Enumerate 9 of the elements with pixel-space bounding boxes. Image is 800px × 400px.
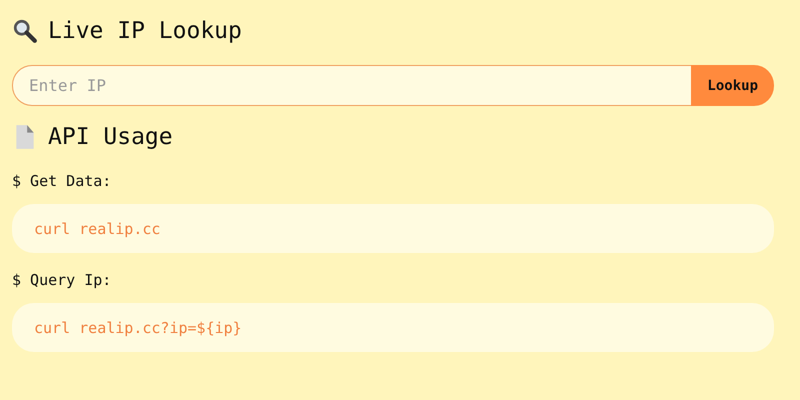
section-title: API Usage	[48, 124, 173, 150]
lookup-button[interactable]: Lookup	[691, 65, 774, 106]
section-title: Live IP Lookup	[48, 18, 242, 44]
example-label: $ Query Ip:	[12, 271, 112, 291]
magnifier-icon	[12, 18, 38, 44]
code-text: curl realip.cc	[34, 220, 160, 238]
code-text: curl realip.cc?ip=${ip}	[34, 318, 242, 336]
example-label: $ Get Data:	[12, 172, 112, 192]
ip-input-field[interactable]: Enter IP	[12, 65, 692, 106]
